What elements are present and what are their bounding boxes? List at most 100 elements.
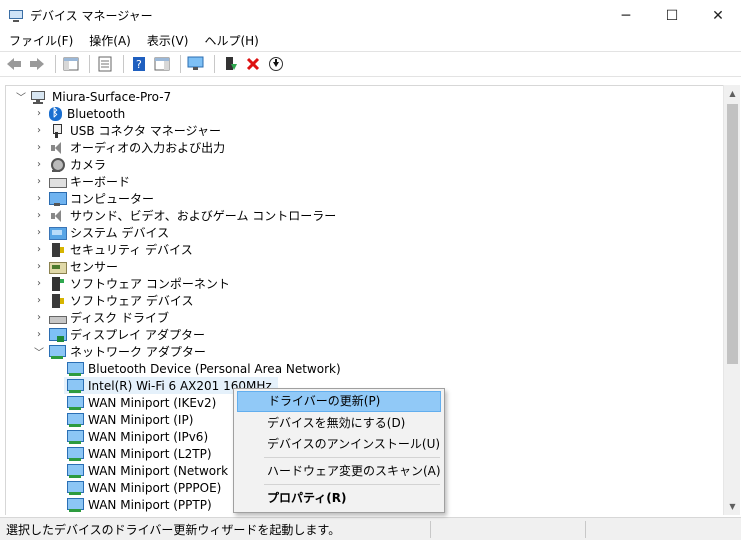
scan-hardware-icon[interactable] <box>186 54 206 74</box>
expand-arrow-icon[interactable]: › <box>32 142 46 153</box>
category-label: ディスク ドライブ <box>70 311 169 325</box>
menu-disable-device[interactable]: デバイスを無効にする(D) <box>237 413 441 434</box>
expand-arrow-icon[interactable]: › <box>32 125 46 136</box>
menu-separator <box>264 457 440 458</box>
tree-category-bluetooth[interactable]: › Bluetooth <box>32 105 125 122</box>
tree-category-usb-connector[interactable]: › USB コネクタ マネージャー <box>32 122 221 139</box>
toolbar: ? <box>0 51 741 77</box>
category-label: コンピューター <box>70 192 155 206</box>
download-icon[interactable] <box>266 54 286 74</box>
device-label: WAN Miniport (L2TP) <box>88 446 212 461</box>
vertical-scrollbar[interactable]: ▲ ▼ <box>723 85 740 515</box>
uninstall-x-icon[interactable] <box>243 54 263 74</box>
expand-arrow-icon[interactable]: › <box>32 329 46 340</box>
expand-arrow-icon[interactable]: › <box>32 193 46 204</box>
tree-device-wan-ipv6[interactable]: WAN Miniport (IPv6) <box>64 428 208 445</box>
title-bar: デバイス マネージャー ─ ☐ ✕ <box>0 0 741 31</box>
category-label: システム デバイス <box>70 226 170 240</box>
tree-category-display-adapters[interactable]: › ディスプレイ アダプター <box>32 326 205 343</box>
tree-category-disk-drives[interactable]: › ディスク ドライブ <box>32 309 169 326</box>
category-label: カメラ <box>70 158 107 172</box>
menu-bar: ファイル(F) 操作(A) 表示(V) ヘルプ(H) <box>0 31 741 51</box>
category-label: サウンド、ビデオ、およびゲーム コントローラー <box>70 209 337 223</box>
close-button[interactable]: ✕ <box>695 0 741 31</box>
tree-device-wan-pppoe[interactable]: WAN Miniport (PPPOE) <box>64 479 221 496</box>
category-label: セキュリティ デバイス <box>70 243 193 257</box>
menu-properties[interactable]: プロパティ(R) <box>237 488 441 509</box>
update-driver-icon[interactable] <box>220 54 240 74</box>
expand-arrow-icon[interactable]: › <box>32 278 46 289</box>
tree-pane-icon[interactable] <box>61 54 81 74</box>
expand-arrow-icon[interactable]: › <box>32 244 46 255</box>
computer-icon <box>31 90 47 104</box>
tree-device-wan-network-monitor[interactable]: WAN Miniport (Network Moni <box>64 462 260 479</box>
toolbar-separator <box>214 55 215 73</box>
toolbar-separator <box>180 55 181 73</box>
expand-arrow-icon[interactable]: › <box>32 108 46 119</box>
tree-category-keyboard[interactable]: › キーボード <box>32 173 130 190</box>
tree-category-sound-video-game[interactable]: › サウンド、ビデオ、およびゲーム コントローラー <box>32 207 336 224</box>
tree-device-bluetooth-pan[interactable]: Bluetooth Device (Personal Area Network) <box>64 360 341 377</box>
menu-update-driver[interactable]: ドライバーの更新(P) <box>237 391 441 412</box>
expand-arrow-icon[interactable]: › <box>32 210 46 221</box>
device-label: WAN Miniport (IPv6) <box>88 429 209 444</box>
network-adapter-icon <box>67 429 84 444</box>
toolbar-separator <box>89 55 90 73</box>
scrollbar-thumb[interactable] <box>727 104 738 364</box>
expand-arrow-icon[interactable]: › <box>32 312 46 323</box>
expand-arrow-icon[interactable]: › <box>32 227 46 238</box>
expand-arrow-icon[interactable]: › <box>32 176 46 187</box>
tree-category-computer[interactable]: › コンピューター <box>32 190 154 207</box>
tree-category-network-adapters[interactable]: ﹀ ネットワーク アダプター <box>32 343 206 360</box>
tree-category-audio-io[interactable]: › オーディオの入力および出力 <box>32 139 225 156</box>
tree-category-software-devices[interactable]: › ソフトウェア デバイス <box>32 292 193 309</box>
toolbar-separator <box>123 55 124 73</box>
network-adapter-icon <box>67 463 84 478</box>
menu-action[interactable]: 操作(A) <box>82 31 138 51</box>
expand-arrow-icon[interactable]: › <box>32 159 46 170</box>
scroll-down-arrow-icon[interactable]: ▼ <box>724 498 741 515</box>
category-label: Bluetooth <box>67 106 126 121</box>
forward-arrow-icon[interactable] <box>27 54 47 74</box>
menu-help[interactable]: ヘルプ(H) <box>197 31 265 51</box>
toolbar-separator <box>55 55 56 73</box>
window-title: デバイス マネージャー <box>30 9 153 23</box>
expand-arrow-icon[interactable]: › <box>32 295 46 306</box>
maximize-button[interactable]: ☐ <box>649 0 695 31</box>
menu-uninstall-device[interactable]: デバイスのアンインストール(U) <box>237 434 441 455</box>
action-pane-icon[interactable] <box>152 54 172 74</box>
expand-arrow-icon[interactable]: › <box>32 261 46 272</box>
back-arrow-icon[interactable] <box>4 54 24 74</box>
help-icon[interactable]: ? <box>129 54 149 74</box>
disk-drive-icon <box>49 311 67 325</box>
device-label: WAN Miniport (IP) <box>88 412 194 427</box>
collapse-arrow-icon[interactable]: ﹀ <box>14 89 28 104</box>
tree-device-wan-ikev2[interactable]: WAN Miniport (IKEv2) <box>64 394 216 411</box>
minimize-button[interactable]: ─ <box>603 0 649 31</box>
tree-category-camera[interactable]: › カメラ <box>32 156 106 173</box>
tree-root[interactable]: ﹀ Miura-Surface-Pro-7 <box>14 88 171 105</box>
menu-view[interactable]: 表示(V) <box>140 31 196 51</box>
menu-scan-hardware[interactable]: ハードウェア変更のスキャン(A) <box>237 461 441 482</box>
network-adapter-icon <box>67 497 84 512</box>
tree-root-label: Miura-Surface-Pro-7 <box>52 89 172 104</box>
scroll-up-arrow-icon[interactable]: ▲ <box>724 85 741 102</box>
collapse-arrow-icon[interactable]: ﹀ <box>32 344 46 359</box>
menu-file[interactable]: ファイル(F) <box>2 31 80 51</box>
tree-category-sensors[interactable]: › センサー <box>32 258 118 275</box>
tree-category-security-devices[interactable]: › セキュリティ デバイス <box>32 241 193 258</box>
camera-icon <box>49 157 65 172</box>
tree-device-wan-pptp[interactable]: WAN Miniport (PPTP) <box>64 496 212 513</box>
tree-device-wan-ip[interactable]: WAN Miniport (IP) <box>64 411 193 428</box>
properties-sheet-icon[interactable] <box>95 54 115 74</box>
tree-category-software-components[interactable]: › ソフトウェア コンポーネント <box>32 275 230 292</box>
network-adapter-icon <box>67 378 84 393</box>
keyboard-icon <box>49 175 67 189</box>
category-label: キーボード <box>70 175 131 189</box>
network-adapter-icon <box>67 361 84 376</box>
tree-category-system-devices[interactable]: › システム デバイス <box>32 224 169 241</box>
bluetooth-icon <box>49 106 62 121</box>
tree-device-wan-l2tp[interactable]: WAN Miniport (L2TP) <box>64 445 212 462</box>
svg-text:?: ? <box>136 58 142 71</box>
category-label: ソフトウェア デバイス <box>70 294 194 308</box>
